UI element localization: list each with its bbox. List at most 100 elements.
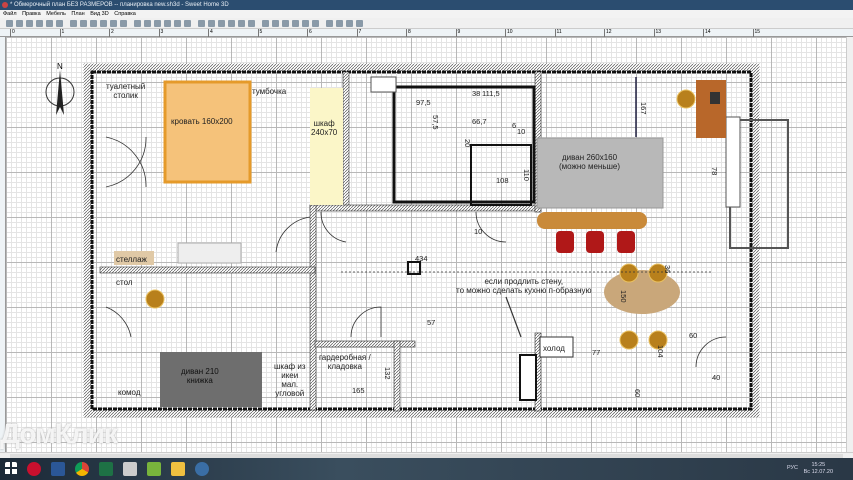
- label-sofa-big: диван 260x160 (можно меньше): [559, 153, 621, 171]
- toolbar-button[interactable]: [144, 20, 151, 27]
- dimension: 111,5: [482, 89, 500, 98]
- toolbar-button[interactable]: [6, 20, 13, 27]
- wardrobe: [310, 88, 343, 205]
- ruler-tick-label: 14: [703, 29, 711, 37]
- label-ikea-wardrobe: шкаф из икеи мал. угловой: [274, 362, 306, 398]
- word-icon[interactable]: [51, 462, 65, 476]
- toolbar-button[interactable]: [154, 20, 161, 27]
- menu-3d-view[interactable]: Вид 3D: [90, 11, 109, 17]
- desk: [696, 80, 726, 138]
- ruler-tick-label: 2: [109, 29, 114, 37]
- dimension: 40: [712, 373, 721, 382]
- ruler-tick-label: 0: [10, 29, 15, 37]
- toolbar-button[interactable]: [90, 20, 97, 27]
- ruler-tick-label: 3: [158, 29, 164, 37]
- date: Вс 12.07.20: [803, 469, 833, 475]
- dimension: 78: [710, 167, 719, 176]
- dimension: 57: [427, 318, 436, 327]
- sofa-corner: [536, 137, 664, 209]
- toolbar-button[interactable]: [56, 20, 63, 27]
- app-icon: [2, 2, 8, 8]
- toolbar-button[interactable]: [36, 20, 43, 27]
- toolbar-button[interactable]: [184, 20, 191, 27]
- excel-icon[interactable]: [99, 462, 113, 476]
- ruler-tick-label: 13: [653, 29, 662, 37]
- toolbar-button[interactable]: [120, 20, 127, 27]
- chrome-icon[interactable]: [75, 462, 89, 476]
- sweet-home-3d-icon[interactable]: [195, 462, 209, 476]
- toolbar-button[interactable]: [80, 20, 87, 27]
- toolbar-button[interactable]: [272, 20, 279, 27]
- dimension: 97,5: [416, 98, 431, 107]
- menu-plan[interactable]: План: [71, 11, 84, 17]
- start-windows-icon[interactable]: [5, 462, 17, 476]
- vertical-scrollbar[interactable]: [846, 37, 853, 452]
- toolbar-button[interactable]: [248, 20, 255, 27]
- dimension: 60: [689, 331, 698, 340]
- toolbar-button[interactable]: [282, 20, 289, 27]
- label-shelf: стеллаж: [116, 255, 147, 264]
- toolbar-button[interactable]: [46, 20, 53, 27]
- dimension: 434: [415, 254, 428, 263]
- dimension: 10: [517, 127, 526, 136]
- opera-icon[interactable]: [27, 462, 41, 476]
- title-bar: * Обмерочный план БЕЗ РАЗМЕРОВ -- планир…: [0, 0, 853, 10]
- calculator-icon[interactable]: [123, 462, 137, 476]
- toolbar-button[interactable]: [218, 20, 225, 27]
- dimension: 57,5: [431, 115, 440, 130]
- toolbar-button[interactable]: [262, 20, 269, 27]
- dimension: 104: [656, 345, 665, 358]
- toolbar-button[interactable]: [16, 20, 23, 27]
- label-dresser: комод: [118, 388, 141, 397]
- toolbar-button[interactable]: [228, 20, 235, 27]
- floor-plan-canvas[interactable]: N туалетный столик кровать 160x200 тумбо…: [6, 37, 846, 452]
- toolbar-button[interactable]: [336, 20, 343, 27]
- dimension: 167: [639, 102, 648, 115]
- toolbar-button[interactable]: [174, 20, 181, 27]
- language-indicator[interactable]: РУС: [787, 465, 798, 471]
- label-bed: кровать 160x200: [171, 117, 233, 126]
- label-desk: стол: [116, 278, 133, 287]
- utorrent-icon[interactable]: [147, 462, 161, 476]
- toolbar-button[interactable]: [312, 20, 319, 27]
- toolbar-button[interactable]: [208, 20, 215, 27]
- ruler-tick-label: 8: [406, 29, 411, 37]
- toolbar-button[interactable]: [326, 20, 333, 27]
- dimension: 132: [383, 367, 392, 380]
- ruler-tick-label: 9: [455, 29, 461, 37]
- toolbar-button[interactable]: [26, 20, 33, 27]
- menu-bar: Файл Правка Мебель План Вид 3D Справка: [0, 10, 853, 18]
- svg-text:N: N: [57, 62, 63, 71]
- toolbar-button[interactable]: [238, 20, 245, 27]
- window-title: * Обмерочный план БЕЗ РАЗМЕРОВ -- планир…: [10, 2, 229, 8]
- label-note: если продлить стену, то можно сделать ку…: [456, 277, 592, 295]
- dimension: 36: [663, 265, 672, 274]
- toolbar-button[interactable]: [164, 20, 171, 27]
- menu-edit[interactable]: Правка: [22, 11, 41, 17]
- file-explorer-icon[interactable]: [171, 462, 185, 476]
- toolbar-button[interactable]: [356, 20, 363, 27]
- toolbar-button[interactable]: [134, 20, 141, 27]
- bed: [163, 80, 252, 184]
- toolbar-button[interactable]: [302, 20, 309, 27]
- watermark: ДомКлик: [0, 418, 118, 449]
- ruler-tick-label: 10: [505, 29, 513, 37]
- ruler-tick-label: 4: [208, 29, 213, 37]
- toolbar-button[interactable]: [198, 20, 205, 27]
- ruler-tick-label: 11: [554, 29, 562, 37]
- dimension: 150: [619, 290, 628, 303]
- horizontal-ruler: 0 1 2 3 4 5 6 7 8 9 10 11 12 13 14 15: [0, 29, 853, 37]
- toolbar-button[interactable]: [346, 20, 353, 27]
- toolbar-button[interactable]: [292, 20, 299, 27]
- label-vanity: туалетный столик: [106, 82, 146, 100]
- toolbar: [0, 18, 853, 29]
- toolbar-button[interactable]: [70, 20, 77, 27]
- toolbar-button[interactable]: [100, 20, 107, 27]
- menu-file[interactable]: Файл: [3, 11, 17, 17]
- clock[interactable]: 15:25 Вс 12.07.20: [804, 462, 833, 476]
- taskbar: РУС 15:25 Вс 12.07.20: [0, 458, 853, 480]
- ruler-tick-label: 5: [257, 29, 263, 37]
- menu-help[interactable]: Справка: [114, 11, 136, 17]
- menu-furniture[interactable]: Мебель: [46, 11, 66, 17]
- toolbar-button[interactable]: [110, 20, 117, 27]
